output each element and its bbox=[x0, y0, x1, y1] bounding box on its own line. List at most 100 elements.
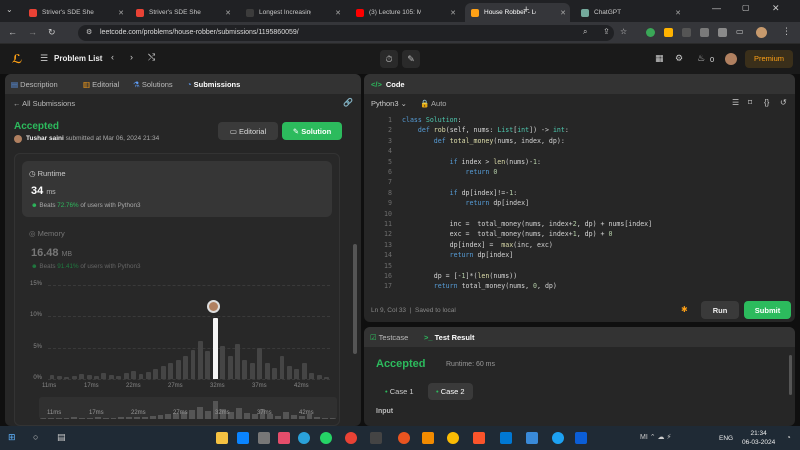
close-tab-icon[interactable]: ✕ bbox=[335, 9, 341, 17]
taskbar-app-icon[interactable] bbox=[370, 432, 382, 444]
extensions-puzzle-icon[interactable] bbox=[718, 28, 727, 37]
distribution-bar[interactable] bbox=[116, 375, 122, 379]
search-icon[interactable]: ○ bbox=[33, 433, 38, 442]
close-tab-icon[interactable]: ✕ bbox=[225, 9, 231, 17]
premium-button[interactable]: Premium bbox=[745, 50, 793, 68]
tab-solutions[interactable]: ⚗ Solutions bbox=[133, 80, 173, 89]
windows-start-icon[interactable]: ⊞ bbox=[8, 433, 16, 442]
tab-search-icon[interactable]: ⌄ bbox=[6, 6, 13, 14]
distribution-bar[interactable] bbox=[279, 356, 285, 379]
bookmark-star-icon[interactable]: ☆ bbox=[620, 28, 627, 36]
new-tab-button[interactable]: + bbox=[523, 5, 529, 16]
language-select[interactable]: Python3 ⌄ bbox=[371, 99, 407, 108]
close-tab-icon[interactable]: ✕ bbox=[560, 9, 566, 17]
notifications-icon[interactable]: ◔ bbox=[786, 434, 791, 442]
taskbar-app-icon[interactable] bbox=[216, 432, 228, 444]
back-arrow-icon[interactable]: ← bbox=[8, 28, 17, 37]
browser-menu-icon[interactable]: ⋮ bbox=[782, 27, 791, 36]
site-info-icon[interactable]: ⚙ bbox=[86, 29, 92, 36]
distribution-bar[interactable] bbox=[183, 356, 188, 379]
extension-icon[interactable] bbox=[700, 28, 709, 37]
distribution-bar[interactable] bbox=[108, 374, 114, 379]
distribution-bar[interactable] bbox=[145, 372, 151, 379]
distribution-bar[interactable] bbox=[79, 373, 85, 379]
problem-list-link[interactable]: Problem List bbox=[54, 54, 102, 63]
result-scrollbar[interactable] bbox=[789, 355, 792, 395]
distribution-bar[interactable] bbox=[131, 371, 137, 379]
code-line[interactable]: dp[index] = max(inc, exc) bbox=[402, 241, 553, 249]
run-button[interactable]: Run bbox=[701, 301, 739, 319]
extension-icon[interactable] bbox=[646, 28, 655, 37]
distribution-bar[interactable] bbox=[190, 350, 196, 379]
distribution-bar[interactable] bbox=[56, 376, 62, 379]
forward-arrow-icon[interactable]: → bbox=[28, 28, 37, 37]
debug-icon[interactable]: ✱ bbox=[681, 306, 688, 314]
code-line[interactable]: if index > len(nums)-1: bbox=[402, 158, 541, 166]
my-runtime-bar[interactable] bbox=[212, 318, 218, 379]
format-icon[interactable]: {} bbox=[764, 99, 769, 107]
taskbar-app-icon[interactable] bbox=[552, 432, 564, 444]
tab-editorial[interactable]: ▥ Editorial bbox=[83, 80, 119, 89]
taskbar-app-icon[interactable] bbox=[320, 432, 332, 444]
distribution-bar[interactable] bbox=[220, 346, 226, 379]
code-line[interactable]: inc = total_money(nums, index+2, dp) + n… bbox=[402, 220, 653, 228]
chart-range-slider[interactable]: 11ms 17ms 22ms 27ms 32ms 37ms 42ms bbox=[39, 397, 337, 419]
code-line[interactable]: return dp[index] bbox=[402, 199, 530, 207]
browser-tab[interactable]: Striver's SDE Sheet – Top C ✕ bbox=[130, 3, 235, 22]
taskbar-app-icon[interactable] bbox=[500, 432, 512, 444]
leetcode-logo[interactable]: ℒ bbox=[12, 52, 24, 66]
distribution-bar[interactable] bbox=[249, 362, 255, 379]
clock[interactable]: 21:34 06-03-2024 bbox=[742, 429, 775, 447]
task-view-icon[interactable]: ▤ bbox=[57, 433, 66, 442]
distribution-bar[interactable] bbox=[257, 347, 263, 379]
taskbar-app-icon[interactable] bbox=[298, 432, 310, 444]
code-line[interactable]: if dp[index]!=-1: bbox=[402, 189, 518, 197]
share-icon[interactable]: ⇪ bbox=[603, 28, 610, 36]
distribution-bar[interactable] bbox=[71, 375, 77, 379]
distribution-bar[interactable] bbox=[301, 362, 307, 379]
taskbar-app-icon[interactable] bbox=[422, 432, 434, 444]
code-line[interactable]: return total_money(nums, 0, dp) bbox=[402, 282, 557, 290]
distribution-bar[interactable] bbox=[272, 367, 278, 379]
next-problem-icon[interactable]: › bbox=[130, 53, 133, 62]
problem-list-icon[interactable]: ☰ bbox=[40, 54, 48, 63]
runtime-distribution-chart[interactable]: 15% 10% 5% 0% 11ms 17ms 22ms 27ms 32ms 37ms 42ms bbox=[22, 279, 338, 397]
code-line[interactable]: exc = total_money(nums, index+1, dp) + 0 bbox=[402, 230, 613, 238]
distribution-bar[interactable] bbox=[94, 376, 99, 379]
layout-icon[interactable]: ▦ bbox=[655, 54, 664, 63]
distribution-bar[interactable] bbox=[286, 365, 292, 379]
browser-tab[interactable]: House Robber - LeetCode✕ bbox=[465, 3, 570, 22]
notes-button[interactable]: ✎ bbox=[402, 50, 420, 68]
language-indicator[interactable]: ENG bbox=[719, 435, 733, 442]
distribution-bar[interactable] bbox=[294, 368, 300, 379]
taskbar-app-icon[interactable] bbox=[575, 432, 587, 444]
browser-tab[interactable]: Striver's SDE Sheet – Top C ✕ bbox=[23, 3, 128, 22]
distribution-bar[interactable] bbox=[197, 340, 203, 379]
submitter-name[interactable]: Tushar saini bbox=[26, 135, 64, 142]
distribution-bar[interactable] bbox=[49, 375, 55, 379]
bookmark-icon[interactable]: ⌑ bbox=[748, 99, 752, 107]
all-submissions-link[interactable]: ← All Submissions bbox=[13, 99, 75, 108]
close-tab-icon[interactable]: ✕ bbox=[450, 9, 456, 17]
submit-button[interactable]: Submit bbox=[744, 301, 791, 319]
code-line[interactable]: return dp[index] bbox=[402, 251, 514, 259]
distribution-bar[interactable] bbox=[175, 359, 181, 379]
mode-indicator[interactable]: 🔒 Auto bbox=[420, 99, 446, 108]
system-tray-icons[interactable]: MI ⌃ ☁ ⚡ bbox=[640, 434, 671, 441]
distribution-bar[interactable] bbox=[324, 377, 329, 379]
taskbar-app-icon[interactable] bbox=[473, 432, 485, 444]
distribution-bar[interactable] bbox=[227, 356, 233, 379]
prev-problem-icon[interactable]: ‹ bbox=[111, 53, 114, 62]
sidebar-icon[interactable]: ▭ bbox=[736, 28, 744, 36]
distribution-bar[interactable] bbox=[205, 351, 211, 379]
distribution-bar[interactable] bbox=[153, 368, 159, 379]
code-line[interactable]: def total_money(nums, index, dp): bbox=[402, 137, 565, 145]
extension-icon[interactable] bbox=[664, 28, 673, 37]
extension-icon[interactable] bbox=[682, 28, 691, 37]
notes-icon[interactable]: ☰ bbox=[732, 99, 739, 107]
taskbar-app-icon[interactable] bbox=[398, 432, 410, 444]
timer-button[interactable]: ⏱ bbox=[380, 50, 398, 68]
tab-test-result[interactable]: >_ Test Result bbox=[424, 333, 475, 342]
distribution-bar[interactable] bbox=[86, 375, 92, 379]
link-icon[interactable]: 🔗 bbox=[343, 99, 353, 107]
